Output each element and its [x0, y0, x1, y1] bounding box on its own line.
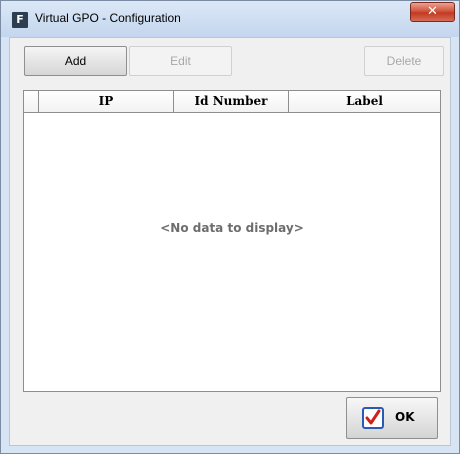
- dialog-content: Add Edit Delete IP Id Number Label <No d…: [9, 37, 451, 446]
- close-button[interactable]: ✕: [410, 2, 455, 22]
- ok-button[interactable]: OK: [346, 397, 438, 439]
- empty-grid-message: <No data to display>: [160, 221, 304, 235]
- delete-button[interactable]: Delete: [364, 46, 444, 76]
- grid-header: IP Id Number Label: [24, 91, 440, 113]
- ok-label: OK: [395, 410, 415, 424]
- column-header-label[interactable]: Label: [289, 91, 440, 112]
- column-header-ip[interactable]: IP: [39, 91, 174, 112]
- dialog-footer: OK: [10, 392, 450, 445]
- data-grid[interactable]: IP Id Number Label <No data to display>: [23, 90, 441, 392]
- edit-button[interactable]: Edit: [129, 46, 232, 76]
- add-button[interactable]: Add: [24, 46, 127, 76]
- row-indicator-header: [24, 91, 39, 112]
- checkbox-check-icon: [362, 407, 384, 429]
- close-icon: ✕: [427, 4, 438, 19]
- app-logo-icon: F: [12, 12, 28, 28]
- column-header-id-number[interactable]: Id Number: [174, 91, 289, 112]
- title-bar[interactable]: F Virtual GPO - Configuration ✕: [1, 1, 461, 37]
- window-title: Virtual GPO - Configuration: [35, 11, 181, 25]
- config-dialog: F Virtual GPO - Configuration ✕ Add Edit…: [0, 0, 460, 454]
